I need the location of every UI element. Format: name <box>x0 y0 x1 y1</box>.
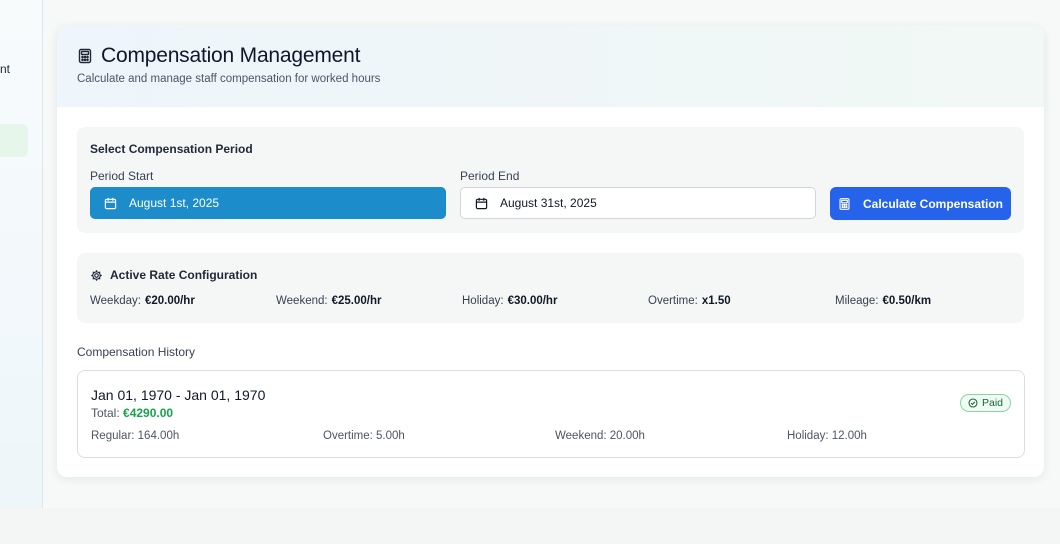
calculate-compensation-button[interactable]: Calculate Compensation <box>830 187 1011 220</box>
record-holiday-hours: Holiday: 12.00h <box>787 430 867 442</box>
sidebar: nt <box>0 0 43 508</box>
check-circle-icon <box>968 398 978 408</box>
period-end-picker[interactable]: August 31st, 2025 <box>460 187 816 219</box>
calculator-icon <box>77 48 93 64</box>
sidebar-item-label[interactable]: nt <box>0 62 10 76</box>
calculate-button-label: Calculate Compensation <box>862 196 1004 211</box>
gear-icon <box>90 269 103 282</box>
period-start-label: Period Start <box>90 169 154 183</box>
status-badge: Paid <box>959 394 1011 412</box>
page-subtitle: Calculate and manage staff compensation … <box>77 73 381 85</box>
period-end-label: Period End <box>460 169 520 183</box>
rate-configuration: Active Rate Configuration Weekday: €20.00… <box>77 253 1024 323</box>
page-title: Compensation Management <box>101 44 361 67</box>
sidebar-item-active[interactable] <box>0 124 28 157</box>
record-date-range: Jan 01, 1970 - Jan 01, 1970 <box>91 387 266 403</box>
record-regular-hours: Regular: 164.00h <box>91 430 180 442</box>
history-record[interactable]: Jan 01, 1970 - Jan 01, 1970 Total: €4290… <box>77 370 1025 458</box>
period-selector: Select Compensation Period Period Start … <box>77 127 1024 233</box>
record-total-value: €4290.00 <box>123 406 174 420</box>
record-overtime-hours: Overtime: 5.00h <box>323 430 405 442</box>
rate-heading: Active Rate Configuration <box>110 268 258 282</box>
calendar-icon <box>104 197 117 210</box>
calendar-icon <box>475 197 488 210</box>
period-start-value: August 1st, 2025 <box>129 196 220 210</box>
period-heading: Select Compensation Period <box>90 142 253 156</box>
history-heading: Compensation History <box>77 345 196 359</box>
rate-weekend: Weekend: €25.00/hr <box>276 295 382 307</box>
record-weekend-hours: Weekend: 20.00h <box>555 430 645 442</box>
rate-mileage: Mileage: €0.50/km <box>835 295 932 307</box>
record-total: Total: €4290.00 <box>91 406 174 420</box>
rate-overtime: Overtime: x1.50 <box>648 295 731 307</box>
page-footer-band <box>0 508 1060 544</box>
rate-holiday: Holiday: €30.00/hr <box>462 295 558 307</box>
status-badge-label: Paid <box>981 397 1003 409</box>
calculator-icon <box>838 197 851 211</box>
card-header: Compensation Management Calculate and ma… <box>57 26 1044 107</box>
period-start-picker[interactable]: August 1st, 2025 <box>90 187 446 219</box>
period-end-value: August 31st, 2025 <box>500 196 597 210</box>
rate-weekday: Weekday: €20.00/hr <box>90 295 195 307</box>
compensation-card: Compensation Management Calculate and ma… <box>57 26 1044 477</box>
